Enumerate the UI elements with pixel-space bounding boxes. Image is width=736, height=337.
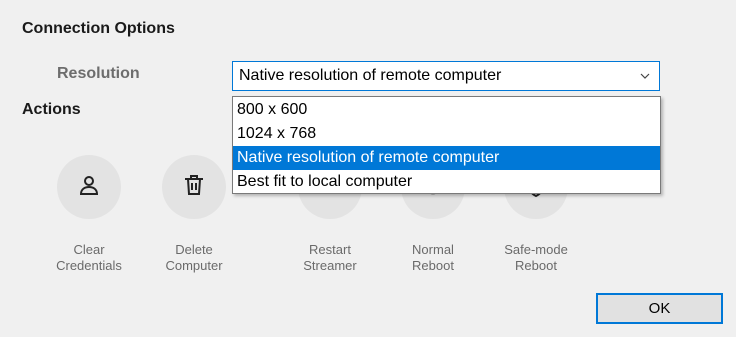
clear-credentials-button[interactable] [57, 155, 121, 219]
ok-button[interactable]: OK [596, 293, 723, 324]
delete-computer-button[interactable] [162, 155, 226, 219]
resolution-option-best-fit[interactable]: Best fit to local computer [233, 170, 660, 194]
resolution-option-native[interactable]: Native resolution of remote computer [233, 146, 660, 170]
resolution-selected-value: Native resolution of remote computer [239, 67, 502, 84]
restart-streamer-label: Restart Streamer [303, 242, 357, 273]
resolution-option-800x600[interactable]: 800 x 600 [233, 98, 660, 122]
clear-credentials-label: Clear Credentials [56, 242, 122, 273]
normal-reboot-label: Normal Reboot [412, 242, 454, 273]
user-icon [77, 173, 101, 202]
delete-computer-label: Delete Computer [165, 242, 223, 273]
connection-options-title: Connection Options [22, 20, 175, 37]
delete-computer-action[interactable]: Delete Computer [154, 155, 234, 274]
resolution-label: Resolution [57, 65, 140, 82]
actions-title: Actions [22, 101, 81, 118]
safe-mode-reboot-label: Safe-mode Reboot [504, 242, 568, 273]
resolution-dropdown-list[interactable]: 800 x 600 1024 x 768 Native resolution o… [232, 96, 661, 194]
trash-icon [182, 173, 206, 202]
resolution-select[interactable]: Native resolution of remote computer [232, 61, 660, 91]
resolution-option-1024x768[interactable]: 1024 x 768 [233, 122, 660, 146]
clear-credentials-action[interactable]: Clear Credentials [49, 155, 129, 274]
